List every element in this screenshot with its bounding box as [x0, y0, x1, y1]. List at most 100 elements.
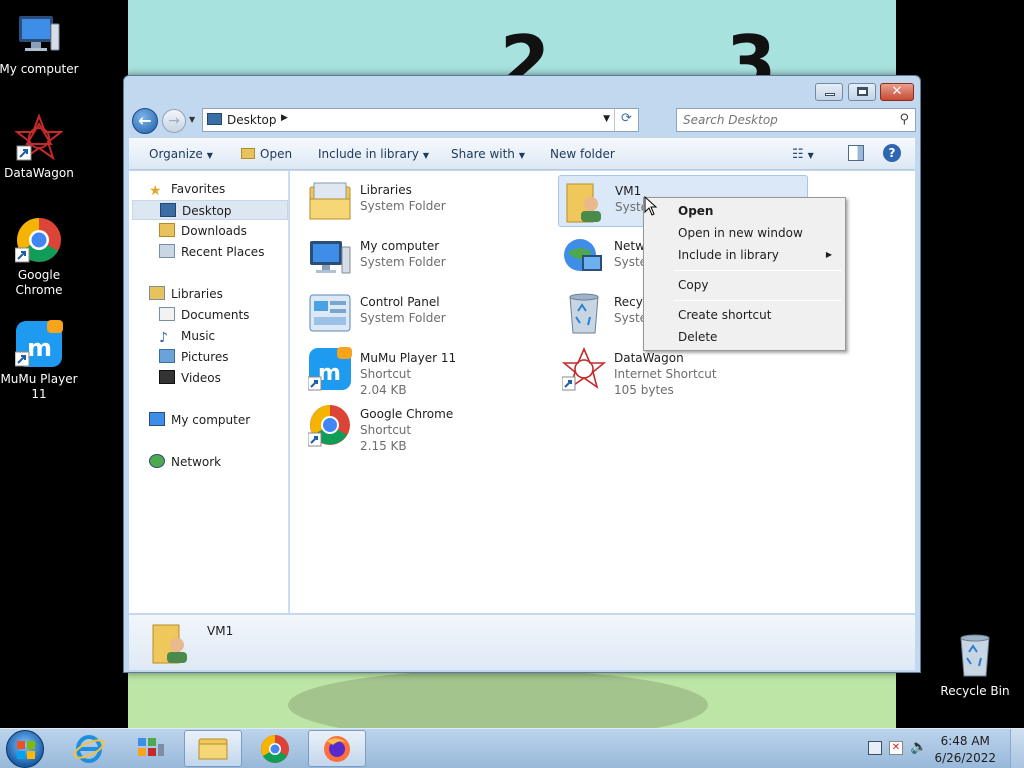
nav-documents[interactable]: Documents: [159, 305, 249, 325]
help-button[interactable]: ?: [883, 144, 901, 162]
network-icon: [149, 454, 165, 468]
file-name: Google Chrome: [360, 407, 454, 421]
include-in-library-menu[interactable]: Include in library ▼: [318, 147, 429, 161]
window-titlebar[interactable]: ✕: [124, 76, 920, 108]
file-name: VM1: [615, 184, 642, 198]
desktop-icon-google-chrome[interactable]: Google Chrome: [0, 216, 79, 298]
clock[interactable]: 6:48 AM 6/26/2022: [934, 733, 996, 767]
menu-item-open[interactable]: Open: [647, 200, 842, 222]
start-button[interactable]: [6, 730, 44, 768]
nav-music[interactable]: ♪ Music: [159, 326, 215, 346]
chevron-down-icon: ▼: [518, 151, 526, 160]
file-name: Control Panel: [360, 295, 440, 309]
network-status-icon[interactable]: [868, 741, 882, 755]
file-item-libraries[interactable]: Libraries System Folder: [304, 175, 549, 227]
taskbar: ✕ 🔈 6:48 AM 6/26/2022: [0, 728, 1024, 768]
file-item-control-panel[interactable]: Control Panel System Folder: [304, 287, 549, 339]
preview-pane-button[interactable]: [848, 145, 864, 161]
nav-label: My computer: [171, 413, 251, 427]
desktop-icon-my-computer[interactable]: My computer: [0, 10, 79, 77]
breadcrumb-chevron-icon[interactable]: ▶: [281, 113, 288, 123]
back-button[interactable]: ←: [132, 108, 158, 134]
organize-menu[interactable]: Organize ▼: [149, 147, 213, 161]
search-box[interactable]: ⚲: [676, 108, 916, 132]
nav-videos[interactable]: Videos: [159, 368, 221, 388]
chevron-down-icon: ▼: [206, 151, 213, 160]
search-input[interactable]: [683, 113, 888, 127]
desktop-icon-recycle-bin[interactable]: Recycle Bin: [935, 632, 1015, 699]
explorer-window: ✕ ← → ▼ Desktop ▶ ▼ ⟳ ⚲ Organize▼ Open I…: [123, 75, 921, 673]
refresh-button[interactable]: ⟳: [614, 109, 638, 131]
details-name: VM1: [207, 624, 234, 638]
file-item-google-chrome[interactable]: Google Chrome Shortcut 2.15 KB: [304, 399, 549, 453]
volume-icon[interactable]: 🔈: [910, 739, 927, 755]
organize-label: Organize: [149, 147, 203, 161]
menu-item-open-new-window[interactable]: Open in new window: [647, 222, 842, 244]
taskbar-firefox[interactable]: [308, 730, 366, 767]
mumu-player-icon: m: [307, 347, 352, 391]
nav-desktop[interactable]: Desktop: [132, 200, 288, 220]
menu-item-copy[interactable]: Copy: [647, 274, 842, 296]
libraries-icon: [308, 179, 352, 223]
taskbar-internet-explorer[interactable]: [60, 730, 118, 767]
nav-libraries[interactable]: Libraries: [149, 284, 223, 304]
folder-open-icon: [241, 148, 255, 159]
desktop-icon-mumu-player[interactable]: m MuMu Player 11: [0, 320, 79, 402]
share-with-menu[interactable]: Share with ▼: [451, 147, 525, 161]
file-size: 2.04 KB: [360, 383, 407, 397]
menu-item-include-in-library[interactable]: Include in library ▶: [647, 244, 842, 266]
forward-button[interactable]: →: [162, 109, 186, 133]
breadcrumb-desktop[interactable]: Desktop: [227, 113, 277, 127]
desktop-icon-datawagon[interactable]: DataWagon: [0, 113, 79, 181]
minimize-button[interactable]: [815, 83, 843, 101]
open-button[interactable]: Open: [241, 147, 292, 161]
nav-my-computer[interactable]: My computer: [149, 410, 250, 430]
taskbar-google-chrome[interactable]: [246, 730, 304, 767]
restore-button[interactable]: [848, 83, 876, 101]
new-folder-button[interactable]: New folder: [550, 147, 615, 161]
close-button[interactable]: ✕: [880, 83, 914, 101]
show-desktop-button[interactable]: [1010, 729, 1024, 768]
firefox-icon: [324, 736, 350, 762]
nav-network[interactable]: Network: [149, 452, 221, 472]
file-item-my-computer[interactable]: My computer System Folder: [304, 231, 549, 283]
restore-icon: [857, 87, 868, 96]
recycle-bin-icon: [562, 291, 606, 335]
user-folder-icon: [149, 621, 193, 665]
file-name: MuMu Player 11: [360, 351, 457, 365]
nav-recent-places[interactable]: Recent Places: [159, 242, 264, 262]
libraries-icon: [149, 286, 165, 300]
search-icon[interactable]: ⚲: [899, 112, 909, 127]
taskbar-windows-explorer[interactable]: [184, 730, 242, 767]
menu-item-create-shortcut[interactable]: Create shortcut: [647, 304, 842, 326]
file-name: Libraries: [360, 183, 412, 197]
nav-downloads[interactable]: Downloads: [159, 221, 247, 241]
nav-label: Music: [181, 329, 216, 343]
star-icon: ★: [149, 183, 162, 199]
network-app-icon: [138, 738, 164, 756]
file-type: Internet Shortcut: [614, 367, 717, 381]
context-menu: Open Open in new window Include in libra…: [643, 197, 846, 351]
chrome-icon: [307, 403, 352, 447]
file-type: System Folder: [360, 311, 446, 325]
clock-date: 6/26/2022: [934, 751, 996, 765]
address-dropdown-icon[interactable]: ▼: [603, 114, 610, 124]
nav-favorites[interactable]: ★ Favorites: [149, 179, 225, 199]
address-row: ← → ▼ Desktop ▶ ▼ ⟳ ⚲: [129, 108, 916, 134]
nav-pictures[interactable]: Pictures: [159, 347, 229, 367]
mumu-player-icon: m: [14, 320, 63, 368]
navigation-pane: ★ Favorites Desktop Downloads Recent Plac…: [129, 171, 289, 613]
nav-label: Desktop: [182, 204, 232, 218]
view-options-button[interactable]: ☷ ▼: [792, 147, 814, 162]
internet-explorer-icon: [73, 735, 105, 763]
mouse-cursor-icon: [644, 195, 658, 219]
videos-icon: [159, 370, 175, 384]
file-item-mumu-player[interactable]: m MuMu Player 11 Shortcut 2.04 KB: [304, 343, 549, 397]
nav-label: Videos: [181, 371, 221, 385]
address-bar[interactable]: Desktop ▶ ▼ ⟳: [202, 108, 639, 132]
recent-pages-dropdown[interactable]: ▼: [189, 115, 195, 124]
menu-item-delete[interactable]: Delete: [647, 326, 842, 348]
refresh-icon: ⟳: [621, 111, 632, 126]
taskbar-app-icon[interactable]: [122, 730, 180, 767]
action-center-icon[interactable]: ✕: [889, 741, 903, 755]
